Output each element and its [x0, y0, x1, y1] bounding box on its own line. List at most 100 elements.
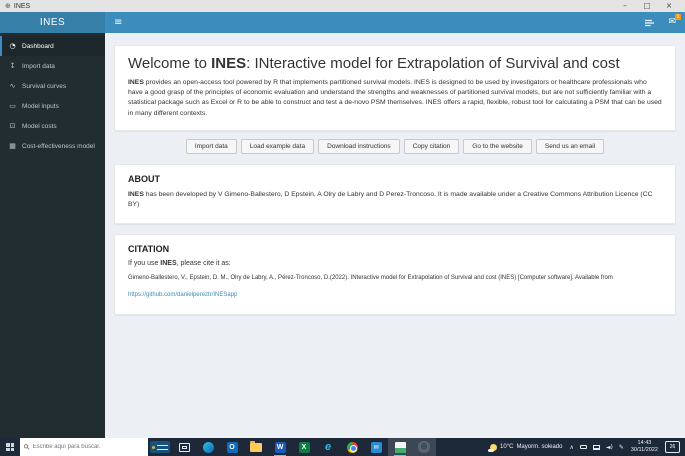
calculator-icon: ▦	[9, 142, 16, 150]
navbar: ≡ ✉ 1	[105, 12, 685, 33]
citation-brand: INES	[160, 260, 177, 268]
maximize-button[interactable]: □	[636, 0, 658, 12]
welcome-brand: INES	[128, 79, 144, 86]
network-icon[interactable]	[592, 444, 600, 450]
main-content: Welcome to INES: INteractive model for E…	[105, 33, 685, 438]
about-body: has been developed by V Gimeno-Ballester…	[128, 190, 653, 208]
about-box: ABOUT INES has been developed by V Gimen…	[114, 163, 676, 225]
mail-app-icon[interactable]: ✉	[364, 438, 388, 456]
citation-text: Gimeno-Ballestero, V., Epstein, D. M., O…	[128, 275, 613, 282]
sidebar-item-label: Model inputs	[22, 102, 59, 110]
messages-menu-icon[interactable]: ✉ 1	[668, 14, 681, 27]
sidebar-item-model-inputs[interactable]: ▭ Model inputs	[0, 96, 105, 116]
pen-icon[interactable]: ✎	[619, 444, 624, 451]
file-explorer-icon[interactable]	[244, 438, 268, 456]
body-row: ◔ Dashboard ↧ Import data ∿ Survival cur…	[0, 33, 685, 438]
battery-icon[interactable]	[579, 445, 587, 449]
sidebar-item-label: Model costs	[22, 122, 57, 130]
app-header: INES ≡ ✉ 1	[0, 12, 685, 33]
capture-app-icon[interactable]	[388, 438, 412, 456]
app-window: ⊕ INES – □ × INES ≡ ✉ 1 ◔ Dashboard ↧ Im…	[0, 0, 685, 456]
keyboard-icon: ▭	[9, 102, 16, 110]
task-view-icon[interactable]	[172, 438, 196, 456]
pinned-app-icon[interactable]	[148, 438, 172, 456]
taskbar-search[interactable]	[20, 438, 148, 456]
taskbar-clock[interactable]: 14:43 30/11/2022	[631, 440, 658, 455]
weather-temp: 10°C	[500, 444, 514, 450]
citation-heading: CITATION	[128, 244, 170, 255]
window-controls: – □ ×	[614, 0, 680, 12]
close-button[interactable]: ×	[658, 0, 680, 12]
outlook-icon[interactable]: O	[220, 438, 244, 456]
globe-app-icon: ⊕	[418, 441, 430, 453]
welcome-box: Welcome to INES: INteractive model for E…	[114, 45, 676, 131]
weather-widget[interactable]: 10°C Mayorm. soleado	[488, 443, 563, 452]
start-button[interactable]	[0, 438, 20, 456]
money-bill-icon: ⊡	[9, 122, 16, 130]
excel-icon[interactable]: X	[292, 438, 316, 456]
messages-badge: 1	[675, 14, 681, 20]
system-tray: ∧ ◄) ✎	[569, 444, 623, 451]
about-text: INES has been developed by V Gimeno-Ball…	[128, 190, 662, 210]
sidebar-item-cost-effectiveness-model[interactable]: ▦ Cost-effectiveness model	[0, 136, 105, 156]
import-icon: ↧	[9, 62, 16, 70]
citation-intro-prefix: If you use	[128, 260, 161, 268]
app-logo: INES	[0, 12, 105, 33]
taskbar-right: 10°C Mayorm. soleado ∧ ◄) ✎ 14:43 30/11/…	[488, 438, 685, 456]
load-example-data-button[interactable]: Load example data	[240, 138, 315, 154]
tasks-menu-icon[interactable]	[645, 19, 655, 27]
search-icon	[24, 444, 30, 450]
window-title: INES	[13, 2, 31, 10]
edge-icon[interactable]	[196, 438, 220, 456]
sidebar-item-import-data[interactable]: ↧ Import data	[0, 56, 105, 76]
about-brand: INES	[128, 190, 144, 198]
citation-box: CITATION If you use INES, please cite it…	[114, 234, 676, 316]
go-to-website-button[interactable]: Go to the website	[463, 138, 532, 154]
minimize-button[interactable]: –	[614, 0, 636, 12]
weather-sun-icon	[488, 443, 498, 452]
download-instructions-button[interactable]: Download instructions	[318, 138, 400, 154]
line-chart-icon: ∿	[9, 82, 16, 90]
import-data-button[interactable]: Import data	[185, 138, 237, 154]
dashboard-icon: ◔	[9, 42, 16, 50]
send-email-button[interactable]: Send us an email	[535, 138, 605, 154]
title-prefix: Welcome to	[128, 55, 212, 72]
windows-logo-icon	[6, 443, 14, 451]
tray-expand-icon[interactable]: ∧	[569, 444, 573, 451]
citation-link[interactable]: https://github.com/danielpereztr/INESapp	[128, 292, 237, 298]
welcome-text: provides an open-access tool powered by …	[128, 79, 662, 117]
clock-date: 30/11/2022	[630, 447, 658, 453]
speaker-icon[interactable]: ◄)	[606, 444, 613, 451]
sidebar-item-model-costs[interactable]: ⊡ Model costs	[0, 116, 105, 136]
internet-explorer-icon[interactable]: e	[316, 438, 340, 456]
sidebar-item-label: Cost-effectiveness model	[22, 142, 95, 150]
title-brand: INES	[211, 55, 247, 72]
window-titlebar: ⊕ INES – □ ×	[0, 0, 685, 12]
sidebar-item-label: Survival curves	[22, 82, 67, 90]
page-title: Welcome to INES: INteractive model for E…	[128, 55, 662, 72]
about-heading: ABOUT	[128, 173, 160, 184]
sidebar-toggle-icon[interactable]: ≡	[114, 17, 122, 28]
sidebar-item-label: Import data	[22, 62, 55, 70]
citation-intro: If you use INES, please cite it as:	[128, 260, 662, 267]
action-center-icon[interactable]: 26	[665, 441, 680, 453]
word-icon[interactable]: W	[268, 438, 292, 456]
welcome-paragraph: INES provides an open-access tool powere…	[128, 78, 662, 119]
action-button-row: Import data Load example data Download i…	[114, 138, 676, 154]
citation-intro-suffix: , please cite it as:	[176, 260, 231, 268]
title-suffix: : INteractive model for Extrapolation of…	[246, 55, 620, 72]
ines-app-icon[interactable]: ⊕	[412, 438, 436, 456]
search-input[interactable]	[32, 444, 144, 450]
globe-favicon-icon: ⊕	[5, 1, 11, 10]
sidebar: ◔ Dashboard ↧ Import data ∿ Survival cur…	[0, 33, 105, 438]
chrome-icon[interactable]	[340, 438, 364, 456]
clock-time: 14:43	[637, 439, 652, 446]
navbar-right: ✉ 1	[645, 14, 681, 27]
weather-desc: Mayorm. soleado	[516, 444, 563, 450]
sidebar-item-dashboard[interactable]: ◔ Dashboard	[0, 36, 105, 56]
sidebar-item-label: Dashboard	[22, 42, 54, 50]
windows-taskbar: O W X e ✉ ⊕ 10°C Mayorm. soleado ∧ ◄) ✎	[0, 438, 685, 456]
sidebar-item-survival-curves[interactable]: ∿ Survival curves	[0, 76, 105, 96]
copy-citation-button[interactable]: Copy citation	[403, 138, 460, 154]
notification-count: 26	[669, 444, 676, 450]
